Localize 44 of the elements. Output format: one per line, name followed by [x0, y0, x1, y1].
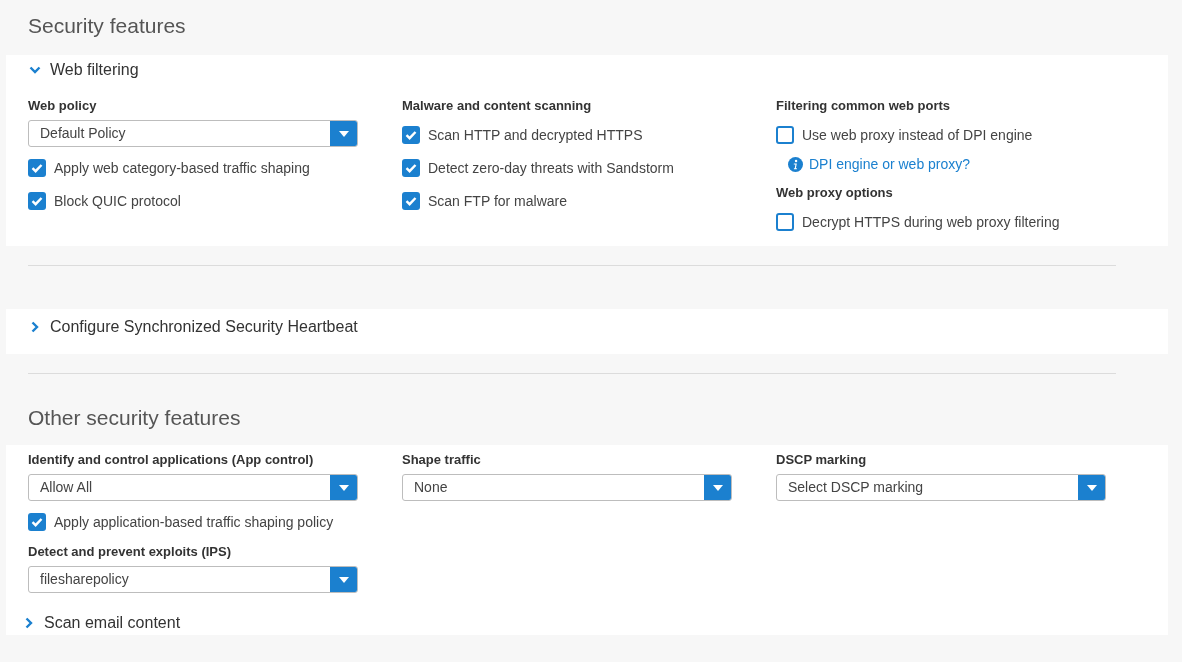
- checkbox-label: Apply web category-based traffic shaping: [54, 160, 310, 176]
- checkbox-label: Scan FTP for malware: [428, 193, 567, 209]
- checkbox-label: Use web proxy instead of DPI engine: [802, 127, 1033, 143]
- checkbox[interactable]: [776, 213, 794, 231]
- checkbox[interactable]: [28, 513, 46, 531]
- chevron-right-icon[interactable]: [25, 617, 33, 629]
- field-label: DSCP marking: [776, 452, 867, 468]
- help-link[interactable]: DPI engine or web proxy?: [809, 156, 971, 172]
- checkbox-label: Scan HTTP and decrypted HTTPS: [428, 127, 643, 143]
- section-toggle[interactable]: Web filtering: [50, 61, 139, 79]
- caret-down-icon: [338, 484, 349, 491]
- field-label: Web proxy options: [776, 185, 893, 201]
- dropdown[interactable]: Select DSCP marking: [776, 474, 1106, 501]
- dropdown[interactable]: filesharepolicy: [28, 566, 358, 593]
- checkbox[interactable]: [402, 159, 420, 177]
- caret-down-icon: [338, 576, 349, 583]
- checkbox[interactable]: [28, 192, 46, 210]
- info-icon: [788, 156, 803, 172]
- section-toggle[interactable]: Scan email content: [44, 614, 181, 632]
- checkbox[interactable]: [402, 192, 420, 210]
- checkbox[interactable]: [28, 159, 46, 177]
- chevron-right-icon[interactable]: [31, 321, 39, 333]
- checkbox[interactable]: [402, 126, 420, 144]
- caret-down-icon: [712, 484, 723, 491]
- caret-down-icon: [338, 130, 349, 137]
- section-title: Security features: [27, 13, 187, 39]
- checkbox-label: Apply application-based traffic shaping policy: [54, 514, 334, 530]
- dropdown[interactable]: Default Policy: [28, 120, 358, 147]
- checkbox-label: Decrypt HTTPS during web proxy filtering: [802, 214, 1060, 230]
- chevron-down-icon[interactable]: [29, 66, 41, 74]
- dropdown[interactable]: None: [402, 474, 732, 501]
- field-label: Identify and control applications (App control): [28, 452, 314, 468]
- section-toggle[interactable]: Configure Synchronized Security Heartbeat: [50, 318, 358, 336]
- caret-down-icon: [1086, 484, 1097, 491]
- field-label: Malware and content scanning: [402, 98, 592, 114]
- checkbox-label: Block QUIC protocol: [54, 193, 181, 209]
- field-label: Web policy: [28, 98, 97, 114]
- dropdown[interactable]: Allow All: [28, 474, 358, 501]
- section-title: Other security features: [27, 405, 242, 431]
- field-label: Detect and prevent exploits (IPS): [28, 544, 231, 560]
- checkbox[interactable]: [776, 126, 794, 144]
- checkbox-label: Detect zero-day threats with Sandstorm: [428, 160, 674, 176]
- field-label: Shape traffic: [402, 452, 481, 468]
- field-label: Filtering common web ports: [776, 98, 951, 114]
